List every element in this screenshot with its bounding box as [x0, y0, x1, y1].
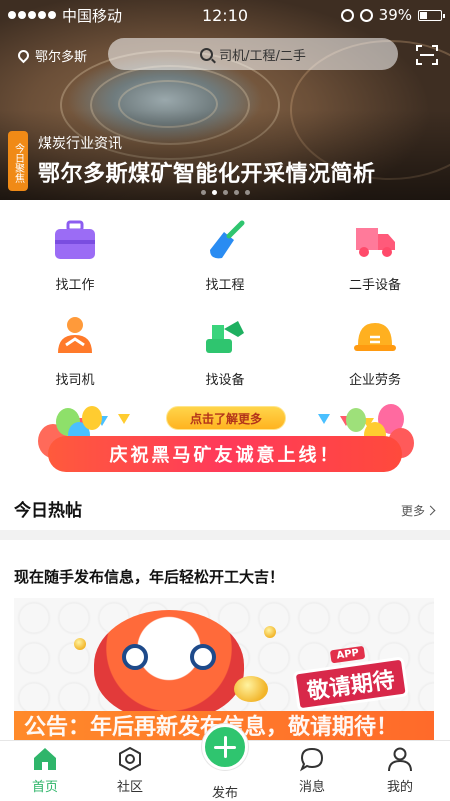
app-badge-label: APP [329, 645, 366, 664]
search-icon [200, 47, 214, 61]
alarm-icon [359, 8, 373, 22]
hot-posts-header: 今日热帖 更多 [0, 488, 450, 528]
tab-profile[interactable]: 我的 [355, 741, 445, 801]
carousel-dot[interactable] [233, 190, 239, 195]
tab-label: 发布 [211, 786, 238, 801]
hero-banner[interactable]: 中国移动 12:10 39% 鄂尔多斯 司机/工程/二手 今日聚焦 煤炭行业资讯… [0, 0, 450, 200]
carousel-dot[interactable] [211, 190, 217, 195]
grid-item-find-project[interactable]: 找工程 [150, 218, 300, 308]
excavator-icon [206, 321, 244, 353]
grid-item-label: 找设备 [205, 373, 245, 388]
section-title: 今日热帖 [14, 501, 82, 521]
briefcase-icon [55, 220, 95, 259]
tab-messages[interactable]: 消息 [267, 741, 357, 801]
bunting-flag [318, 414, 330, 424]
tab-label: 社区 [116, 780, 143, 795]
bunting-flag [118, 414, 130, 424]
learn-more-button[interactable]: 点击了解更多 [166, 406, 286, 430]
grid-item-label: 二手设备 [348, 278, 401, 293]
search-placeholder: 司机/工程/二手 [219, 48, 306, 64]
tab-label: 消息 [298, 780, 325, 795]
grid-item-enterprise-labor[interactable]: 企业劳务 [300, 313, 450, 403]
hero-tag: 今日聚焦 [8, 131, 28, 191]
truck-icon [356, 228, 395, 257]
message-icon [299, 747, 324, 772]
battery-icon [418, 9, 445, 21]
carousel-dot[interactable] [222, 190, 228, 195]
feature-grid: 找工作 找工程 二手设备 找司机 找设备 企业劳务 [0, 218, 450, 398]
carousel-dots [0, 190, 450, 195]
more-link[interactable]: 更多 [400, 502, 436, 519]
lion-dance-illustration [94, 610, 244, 720]
plus-icon[interactable] [202, 724, 248, 770]
signal-icon [8, 11, 56, 19]
grid-item-label: 找工作 [55, 278, 95, 293]
scan-icon[interactable] [416, 44, 438, 66]
location-label: 鄂尔多斯 [35, 49, 88, 65]
grid-item-find-job[interactable]: 找工作 [0, 218, 150, 308]
location-pin-icon [15, 47, 32, 63]
chevron-right-icon [425, 505, 436, 516]
carousel-dot[interactable] [244, 190, 250, 195]
tab-label: 我的 [386, 780, 413, 795]
grid-item-label: 找工程 [205, 278, 245, 293]
battery-percent: 39% [378, 6, 412, 24]
tab-community[interactable]: 社区 [85, 741, 175, 801]
location-selector[interactable]: 鄂尔多斯 [15, 46, 106, 65]
hardhat-icon [354, 323, 396, 351]
grid-item-find-equipment[interactable]: 找设备 [150, 313, 300, 403]
driver-icon [58, 317, 92, 353]
user-icon [388, 747, 412, 772]
balloon-decoration [346, 408, 366, 432]
post-title[interactable]: 现在随手发布信息，年后轻松开工大吉！ [14, 566, 284, 587]
top-bar: 鄂尔多斯 司机/工程/二手 [0, 38, 450, 72]
carousel-dot[interactable] [200, 190, 206, 195]
more-label: 更多 [400, 504, 425, 518]
grid-item-label: 找司机 [55, 373, 95, 388]
rotation-lock-icon [340, 8, 354, 22]
post-image[interactable]: APP 敬请期待 公告：年后再新发布信息，敬请期待！ [14, 598, 434, 743]
grid-item-find-driver[interactable]: 找司机 [0, 313, 150, 403]
shovel-icon [210, 220, 245, 259]
balloon-decoration [82, 406, 102, 430]
lion-eye [190, 644, 216, 670]
app-badge-text: 敬请期待 [292, 656, 409, 712]
lion-eye [122, 644, 148, 670]
hero-subtitle: 煤炭行业资讯 [38, 136, 122, 152]
section-divider [0, 530, 450, 540]
status-bar: 中国移动 12:10 39% [0, 0, 450, 30]
home-icon [34, 748, 56, 770]
battery-fill [420, 11, 428, 19]
search-input[interactable]: 司机/工程/二手 [108, 38, 398, 70]
gold-coin-decoration [74, 638, 86, 650]
app-coming-soon-badge: APP 敬请期待 [290, 641, 410, 718]
promo-banner[interactable]: 庆祝黑马矿友诚意上线！ 点击了解更多 [34, 400, 416, 478]
tab-label: 首页 [31, 780, 58, 795]
promo-headline[interactable]: 庆祝黑马矿友诚意上线！ [48, 436, 402, 472]
grid-item-label: 企业劳务 [348, 373, 401, 388]
tab-home[interactable]: 首页 [0, 741, 90, 801]
gold-coin-decoration [264, 626, 276, 638]
gold-ingot-decoration [234, 676, 268, 702]
grid-item-used-equipment[interactable]: 二手设备 [300, 218, 450, 308]
community-icon [119, 746, 141, 772]
hero-title[interactable]: 鄂尔多斯煤矿智能化开采情况简析 [38, 156, 376, 188]
carrier-name: 中国移动 [62, 6, 123, 25]
